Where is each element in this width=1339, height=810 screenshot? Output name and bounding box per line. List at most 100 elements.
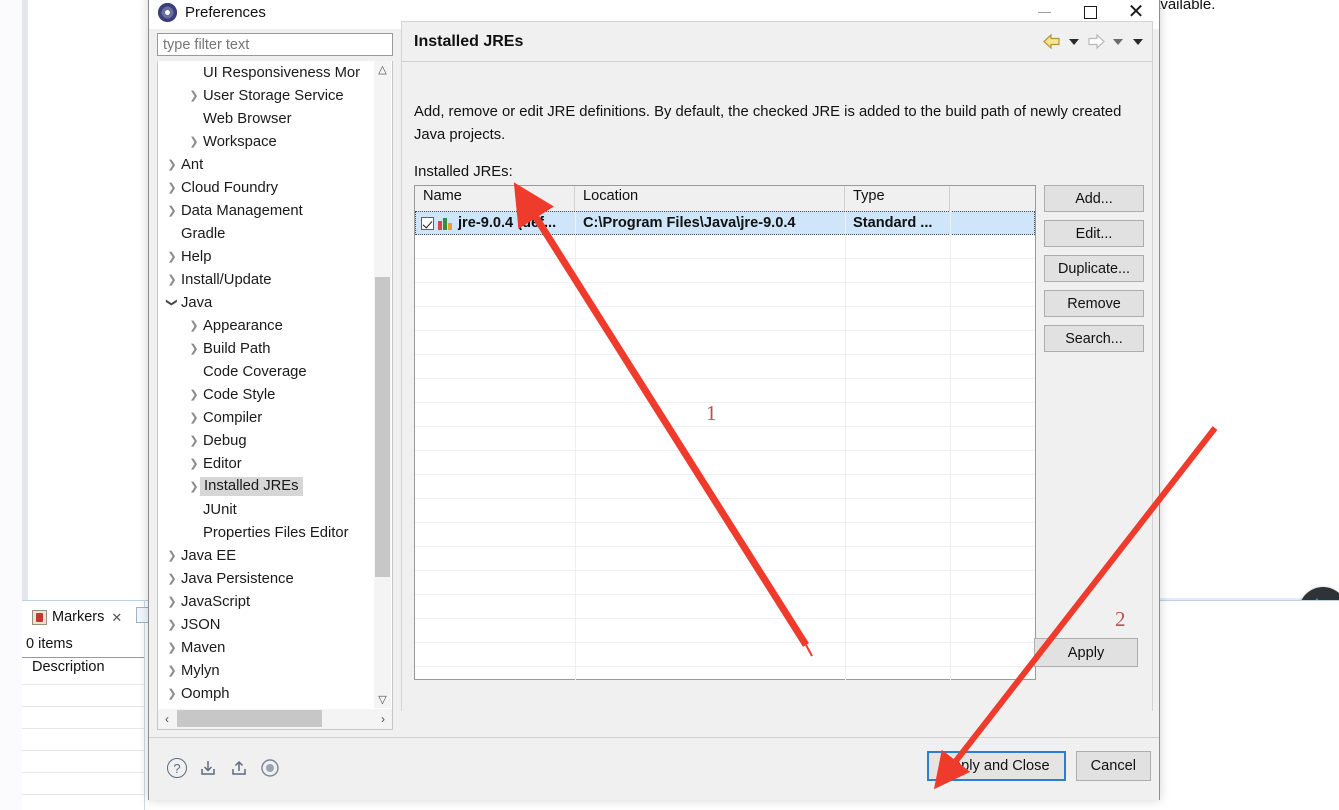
back-arrow-icon[interactable] [1042,33,1062,50]
forward-arrow-icon[interactable] [1086,33,1106,50]
table-empty-row[interactable] [415,451,1035,475]
tree-item-junit[interactable]: JUnit [158,498,375,521]
help-icon[interactable]: ? [167,758,187,778]
chevron-right-icon[interactable]: ❯ [164,595,180,608]
scroll-up-icon[interactable]: △ [374,61,391,78]
import-icon[interactable] [198,758,218,778]
add-button[interactable]: Add... [1044,185,1144,212]
chevron-right-icon[interactable]: ❯ [186,434,202,447]
export-icon[interactable] [229,758,249,778]
tree-item-installed-jres[interactable]: ❯ Installed JREs [158,475,375,498]
tree-item-user-storage-service[interactable]: ❯ User Storage Service [158,84,375,107]
table-empty-row[interactable] [415,595,1035,619]
chevron-right-icon[interactable]: ❯ [186,411,202,424]
cell-name[interactable]: jre-9.0.4 (def... [415,211,575,235]
chevron-right-icon[interactable]: ❯ [164,572,180,585]
tree-item-mylyn[interactable]: ❯ Mylyn [158,659,375,682]
table-empty-row[interactable] [415,499,1035,523]
chevron-right-icon[interactable]: ❯ [164,204,180,217]
chevron-down-icon[interactable] [1113,38,1123,45]
chevron-right-icon[interactable]: ❯ [164,641,180,654]
chevron-right-icon[interactable]: ❯ [186,457,202,470]
apply-button[interactable]: Apply [1034,638,1138,667]
table-empty-row[interactable] [415,331,1035,355]
filter-input[interactable] [157,33,393,56]
column-header-location[interactable]: Location [575,186,845,211]
chevron-right-icon[interactable]: ❯ [186,388,202,401]
tree-item-editor[interactable]: ❯ Editor [158,452,375,475]
column-header-name[interactable]: Name [415,186,575,211]
table-empty-row[interactable] [415,571,1035,595]
tree-item-ant[interactable]: ❯ Ant [158,153,375,176]
search-button[interactable]: Search... [1044,325,1144,352]
duplicate-button[interactable]: Duplicate... [1044,255,1144,282]
tree-item-help[interactable]: ❯ Help [158,245,375,268]
scroll-right-icon[interactable]: › [374,709,392,729]
chevron-right-icon[interactable]: ❯ [164,181,180,194]
tree-item-workspace[interactable]: ❯ Workspace [158,130,375,153]
table-empty-row[interactable] [415,355,1035,379]
tree-item-json[interactable]: ❯ JSON [158,613,375,636]
tree-item-oomph[interactable]: ❯ Oomph [158,682,375,705]
tree-item-java[interactable]: ❯ Java [158,291,375,314]
tree-item-cloud-foundry[interactable]: ❯ Cloud Foundry [158,176,375,199]
scroll-left-icon[interactable]: ‹ [158,709,176,729]
apply-and-close-button[interactable]: Apply and Close [927,751,1066,781]
tree-item-javascript[interactable]: ❯ JavaScript [158,590,375,613]
tree-item-appearance[interactable]: ❯ Appearance [158,314,375,337]
tree-item-install-update[interactable]: ❯ Install/Update [158,268,375,291]
table-empty-row[interactable] [415,643,1035,667]
chevron-right-icon[interactable]: ❯ [164,687,180,700]
chevron-right-icon[interactable]: ❯ [186,135,202,148]
tree-item-ui-responsiveness-mor[interactable]: UI Responsiveness Mor [158,61,375,84]
tab-markers[interactable]: Markers ✕ [28,604,146,630]
chevron-right-icon[interactable]: ❯ [164,618,180,631]
chevron-right-icon[interactable]: ❯ [164,549,180,562]
tree-item-java-persistence[interactable]: ❯ Java Persistence [158,567,375,590]
tree-item-data-management[interactable]: ❯ Data Management [158,199,375,222]
table-empty-row[interactable] [415,379,1035,403]
preferences-tree[interactable]: UI Responsiveness Mor ❯ User Storage Servi… [158,61,375,708]
table-row[interactable]: jre-9.0.4 (def... C:\Program Files\Java\… [415,211,1035,235]
scroll-down-icon[interactable]: ▽ [374,691,391,708]
tree-item-code-coverage[interactable]: Code Coverage [158,360,375,383]
chevron-right-icon[interactable]: ❯ [164,664,180,677]
record-icon[interactable] [260,758,280,778]
table-empty-row[interactable] [415,475,1035,499]
table-empty-row[interactable] [415,259,1035,283]
remove-button[interactable]: Remove [1044,290,1144,317]
edit-button[interactable]: Edit... [1044,220,1144,247]
table-empty-row[interactable] [415,547,1035,571]
tree-item-maven[interactable]: ❯ Maven [158,636,375,659]
table-empty-row[interactable] [415,307,1035,331]
table-empty-row[interactable] [415,403,1035,427]
chevron-right-icon[interactable]: ❯ [164,250,180,263]
table-empty-row[interactable] [415,427,1035,451]
chevron-right-icon[interactable]: ❯ [186,319,202,332]
row-checkbox[interactable] [421,216,434,230]
tree-item-debug[interactable]: ❯ Debug [158,429,375,452]
scrollbar-thumb-horizontal[interactable] [177,710,322,727]
chevron-down-icon[interactable]: ❯ [166,295,179,311]
column-header-empty[interactable] [950,186,1035,211]
cancel-button[interactable]: Cancel [1075,751,1151,781]
tree-item-web-browser[interactable]: Web Browser [158,107,375,130]
scrollbar-thumb[interactable] [375,277,390,577]
chevron-right-icon[interactable]: ❯ [186,89,202,102]
view-menu-chevron-down-icon[interactable] [1133,38,1143,45]
tree-vertical-scrollbar[interactable]: △ ▽ [374,61,391,708]
table-empty-row[interactable] [415,619,1035,643]
close-icon[interactable]: ✕ [111,611,122,624]
table-empty-row[interactable] [415,667,1035,691]
table-empty-row[interactable] [415,235,1035,259]
chevron-right-icon[interactable]: ❯ [186,342,202,355]
table-empty-row[interactable] [415,283,1035,307]
chevron-right-icon[interactable]: ❯ [164,158,180,171]
table-empty-row[interactable] [415,523,1035,547]
tree-item-java-ee[interactable]: ❯ Java EE [158,544,375,567]
chevron-right-icon[interactable]: ❯ [164,273,180,286]
tree-item-compiler[interactable]: ❯ Compiler [158,406,375,429]
tree-item-code-style[interactable]: ❯ Code Style [158,383,375,406]
tree-item-gradle[interactable]: Gradle [158,222,375,245]
tree-item-properties-files-editor[interactable]: Properties Files Editor [158,521,375,544]
